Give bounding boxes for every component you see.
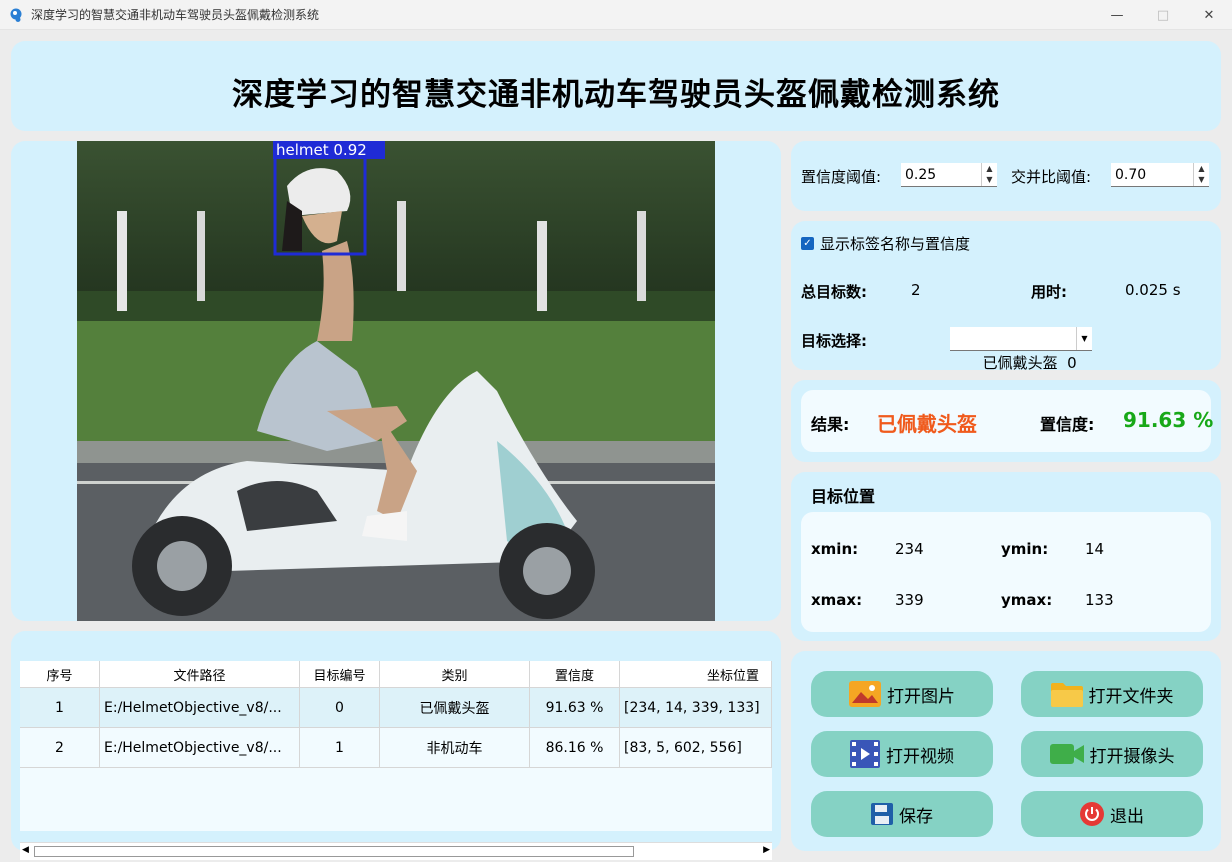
position-panel: 目标位置 xmin: 234 ymin: 14 xmax: 339 ymax: …: [791, 472, 1221, 641]
client-area: 深度学习的智慧交通非机动车驾驶员头盔佩戴检测系统 helmet 0.92 置信度…: [0, 30, 1232, 862]
elapsed-time-value: 0.025 s: [1125, 281, 1181, 299]
header-target-id[interactable]: 目标编号: [300, 661, 380, 688]
exit-label: 退出: [1110, 806, 1144, 827]
total-targets-label: 总目标数:: [801, 283, 867, 301]
target-select-value: 已佩戴头盔 0: [982, 354, 1077, 372]
confidence-value: 91.63 %: [1123, 408, 1214, 432]
result-value: 已佩戴头盔: [877, 412, 977, 436]
window-title: 深度学习的智慧交通非机动车驾驶员头盔佩戴检测系统: [31, 8, 320, 22]
header-coordinates[interactable]: 坐标位置: [620, 661, 772, 688]
show-label-checkbox[interactable]: ✓ 显示标签名称与置信度: [801, 233, 970, 254]
scroll-right-icon[interactable]: ▶: [763, 845, 770, 855]
app-icon: [10, 8, 22, 22]
close-button[interactable]: ✕: [1186, 0, 1232, 30]
conf-threshold-label: 置信度阈值:: [801, 168, 882, 186]
spin-arrows-icon[interactable]: ▲ ▼: [1193, 163, 1209, 186]
table-horizontal-scrollbar[interactable]: ◀ ▶: [20, 842, 772, 860]
detection-image: helmet 0.92: [77, 141, 715, 621]
maximize-button[interactable]: □: [1140, 0, 1186, 30]
iou-threshold-spinbox[interactable]: 0.70 ▲ ▼: [1111, 163, 1209, 187]
open-camera-button[interactable]: 打开摄像头: [1021, 731, 1203, 777]
save-label: 保存: [899, 806, 933, 827]
cell-file-path: E:/HelmetObjective_v8/...: [100, 728, 300, 768]
ymax-value: 133: [1085, 591, 1114, 609]
open-folder-label: 打开文件夹: [1088, 686, 1174, 707]
scene-illustration: helmet 0.92: [77, 141, 715, 621]
open-image-label: 打开图片: [887, 686, 955, 707]
cell-confidence: 91.63 %: [530, 688, 620, 728]
total-targets-value: 2: [911, 281, 921, 299]
ymin-label: ymin:: [1001, 540, 1049, 558]
options-panel: ✓ 显示标签名称与置信度 总目标数: 2 用时: 0.025 s 目标选择: 已…: [791, 221, 1221, 372]
xmin-label: xmin:: [811, 540, 859, 558]
cell-target-id: 1: [300, 728, 380, 768]
dropdown-arrow-icon[interactable]: ▼: [1076, 327, 1092, 350]
cell-file-path: E:/HelmetObjective_v8/...: [100, 688, 300, 728]
xmax-label: xmax:: [811, 591, 863, 609]
save-icon: [871, 803, 893, 825]
exit-button[interactable]: 退出: [1021, 791, 1203, 837]
open-folder-button[interactable]: 打开文件夹: [1021, 671, 1203, 717]
result-label: 结果:: [811, 415, 850, 434]
cell-coordinates: [83, 5, 602, 556]: [620, 728, 772, 768]
ymin-value: 14: [1085, 540, 1105, 558]
checkbox-checked-icon[interactable]: ✓: [801, 237, 814, 250]
show-label-text: 显示标签名称与置信度: [820, 235, 971, 253]
open-image-button[interactable]: 打开图片: [811, 671, 993, 717]
video-icon: [850, 740, 880, 768]
elapsed-time-label: 用时:: [1031, 283, 1067, 301]
cell-class: 已佩戴头盔: [380, 688, 530, 728]
cell-index: 2: [20, 728, 100, 768]
header-file-path[interactable]: 文件路径: [100, 661, 300, 688]
scroll-left-icon[interactable]: ◀: [22, 845, 29, 855]
conf-threshold-value: 0.25: [905, 166, 937, 183]
ymax-label: ymax:: [1001, 591, 1053, 609]
save-button[interactable]: 保存: [811, 791, 993, 837]
cell-index: 1: [20, 688, 100, 728]
conf-threshold-spinbox[interactable]: 0.25 ▲ ▼: [901, 163, 997, 187]
cell-class: 非机动车: [380, 728, 530, 768]
minimize-button[interactable]: —: [1094, 0, 1140, 30]
scrollbar-thumb[interactable]: [34, 846, 634, 857]
results-table: 序号 文件路径 目标编号 类别 置信度 坐标位置 1 E:/HelmetObje…: [20, 661, 772, 831]
open-video-label: 打开视频: [886, 746, 954, 767]
table-row[interactable]: 1 E:/HelmetObjective_v8/... 0 已佩戴头盔 91.6…: [20, 688, 772, 728]
page-title: 深度学习的智慧交通非机动车驾驶员头盔佩戴检测系统: [232, 77, 1000, 113]
header-class[interactable]: 类别: [380, 661, 530, 688]
threshold-panel: 置信度阈值: 0.25 ▲ ▼ 交并比阈值: 0.70 ▲ ▼: [791, 141, 1221, 211]
table-row[interactable]: 2 E:/HelmetObjective_v8/... 1 非机动车 86.16…: [20, 728, 772, 768]
confidence-label: 置信度:: [1040, 415, 1095, 434]
folder-icon: [1050, 683, 1083, 707]
target-select-dropdown[interactable]: 已佩戴头盔 0 ▼: [950, 327, 1092, 372]
power-icon: [1080, 802, 1104, 826]
spin-arrows-icon[interactable]: ▲ ▼: [981, 163, 997, 186]
xmin-value: 234: [895, 540, 924, 558]
window-titlebar: 深度学习的智慧交通非机动车驾驶员头盔佩戴检测系统 — □ ✕: [0, 0, 1232, 30]
cell-coordinates: [234, 14, 339, 133]: [620, 688, 772, 728]
open-camera-label: 打开摄像头: [1089, 746, 1175, 767]
buttons-panel: 打开图片 打开文件夹 打开视频 打开摄像头 保存 退出: [791, 651, 1221, 851]
iou-threshold-value: 0.70: [1115, 166, 1147, 183]
detection-label: helmet 0.92: [276, 141, 367, 159]
image-icon: [849, 681, 881, 707]
iou-threshold-label: 交并比阈值:: [1011, 168, 1092, 186]
header-confidence[interactable]: 置信度: [530, 661, 620, 688]
cell-confidence: 86.16 %: [530, 728, 620, 768]
cell-target-id: 0: [300, 688, 380, 728]
open-video-button[interactable]: 打开视频: [811, 731, 993, 777]
position-title: 目标位置: [811, 487, 876, 506]
target-select-label: 目标选择:: [801, 332, 867, 350]
result-panel: 结果: 已佩戴头盔 置信度: 91.63 %: [791, 380, 1221, 462]
table-header-row: 序号 文件路径 目标编号 类别 置信度 坐标位置: [20, 661, 772, 688]
xmax-value: 339: [895, 591, 924, 609]
camera-icon: [1049, 744, 1084, 764]
header-index[interactable]: 序号: [20, 661, 100, 688]
header-panel: 深度学习的智慧交通非机动车驾驶员头盔佩戴检测系统: [11, 41, 1221, 131]
